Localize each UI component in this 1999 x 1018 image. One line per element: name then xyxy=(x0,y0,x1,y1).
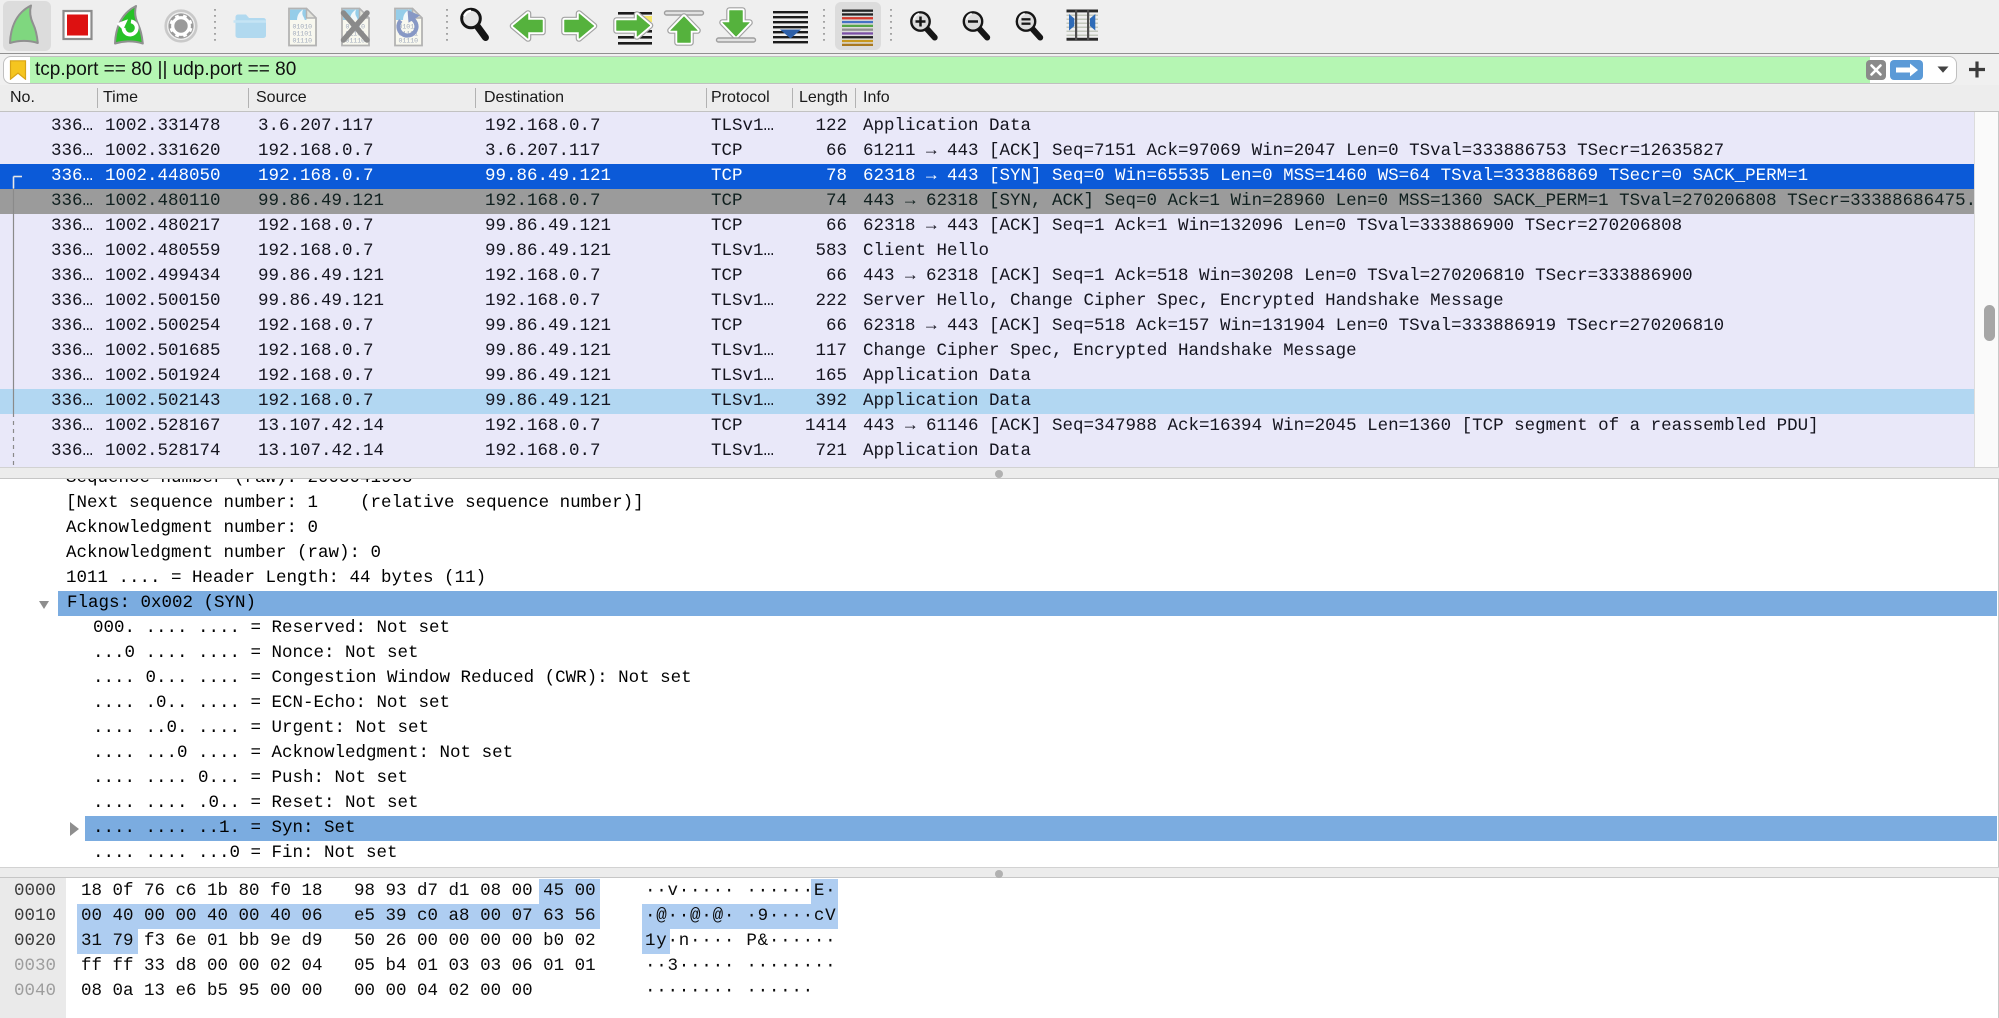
svg-text:01010: 01010 xyxy=(293,24,313,31)
svg-text:01110: 01110 xyxy=(293,38,313,45)
svg-text:01101: 01101 xyxy=(293,31,313,38)
svg-text:01110: 01110 xyxy=(399,38,419,45)
